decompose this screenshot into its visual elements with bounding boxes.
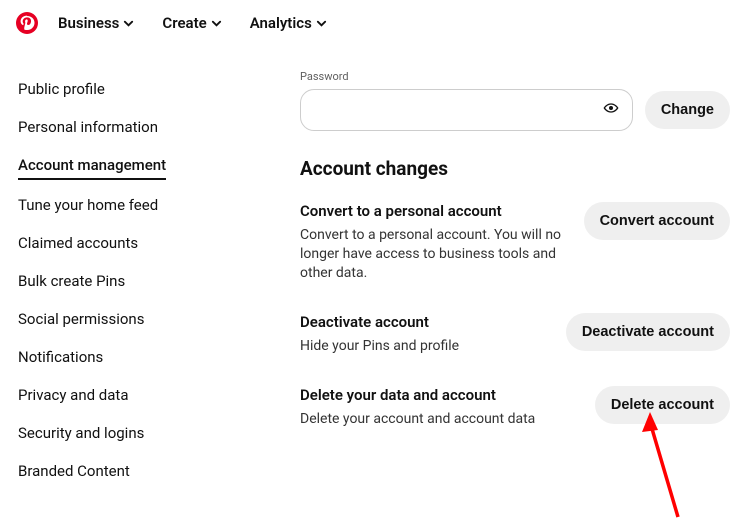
delete-account-button[interactable]: Delete account <box>595 386 730 424</box>
sidebar-item-notifications[interactable]: Notifications <box>18 338 103 376</box>
password-input-wrap <box>300 89 633 131</box>
sidebar-item-bulk-create-pins[interactable]: Bulk create Pins <box>18 262 125 300</box>
nav-label: Analytics <box>250 14 312 32</box>
sidebar-item-public-profile[interactable]: Public profile <box>18 70 105 108</box>
convert-account-button[interactable]: Convert account <box>584 202 730 240</box>
password-label: Password <box>300 70 730 83</box>
password-row: Change <box>300 89 730 131</box>
setting-delete-account: Delete your data and account Delete your… <box>300 386 730 429</box>
chevron-down-icon <box>316 18 327 29</box>
top-navigation: Business Create Analytics <box>0 0 750 42</box>
setting-text: Delete your data and account Delete your… <box>300 386 575 429</box>
setting-desc: Delete your account and account data <box>300 410 575 429</box>
password-input[interactable] <box>300 89 633 131</box>
nav-label: Create <box>162 14 206 32</box>
pinterest-logo-icon[interactable] <box>16 12 38 34</box>
sidebar-item-branded-content[interactable]: Branded Content <box>18 452 130 490</box>
setting-desc: Hide your Pins and profile <box>300 337 546 356</box>
setting-deactivate-account: Deactivate account Hide your Pins and pr… <box>300 313 730 356</box>
sidebar-item-privacy-and-data[interactable]: Privacy and data <box>18 376 129 414</box>
nav-create[interactable]: Create <box>162 14 221 32</box>
setting-title: Deactivate account <box>300 313 546 331</box>
main-panel: Password Change Account changes Convert … <box>210 70 750 490</box>
sidebar-item-social-permissions[interactable]: Social permissions <box>18 300 144 338</box>
change-password-button[interactable]: Change <box>645 91 730 129</box>
settings-sidebar: Public profile Personal information Acco… <box>0 70 210 490</box>
sidebar-item-tune-home-feed[interactable]: Tune your home feed <box>18 186 158 224</box>
sidebar-item-claimed-accounts[interactable]: Claimed accounts <box>18 224 138 262</box>
account-changes-heading: Account changes <box>300 157 730 180</box>
chevron-down-icon <box>123 18 134 29</box>
setting-text: Convert to a personal account Convert to… <box>300 202 564 283</box>
sidebar-item-account-management[interactable]: Account management <box>18 146 166 180</box>
setting-convert-account: Convert to a personal account Convert to… <box>300 202 730 283</box>
sidebar-item-security-and-logins[interactable]: Security and logins <box>18 414 144 452</box>
content-area: Public profile Personal information Acco… <box>0 42 750 490</box>
eye-icon[interactable] <box>603 100 619 120</box>
nav-analytics[interactable]: Analytics <box>250 14 327 32</box>
sidebar-item-personal-information[interactable]: Personal information <box>18 108 158 146</box>
setting-text: Deactivate account Hide your Pins and pr… <box>300 313 546 356</box>
chevron-down-icon <box>211 18 222 29</box>
setting-title: Delete your data and account <box>300 386 575 404</box>
nav-label: Business <box>58 14 119 32</box>
setting-desc: Convert to a personal account. You will … <box>300 226 564 283</box>
deactivate-account-button[interactable]: Deactivate account <box>566 313 730 351</box>
nav-business[interactable]: Business <box>58 14 134 32</box>
setting-title: Convert to a personal account <box>300 202 564 220</box>
